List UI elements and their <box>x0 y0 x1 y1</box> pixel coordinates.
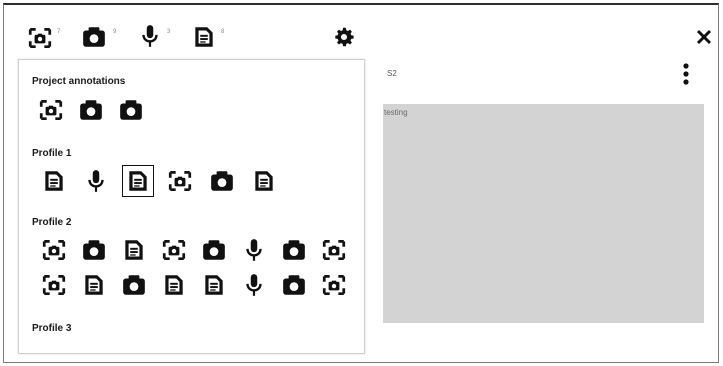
camera-icon[interactable] <box>281 237 307 263</box>
document-icon[interactable] <box>191 24 217 50</box>
camera-frame-count: 7 <box>57 29 61 35</box>
section-title-profile-3: Profile 3 <box>32 323 72 334</box>
microphone-icon[interactable] <box>241 272 267 298</box>
microphone-icon[interactable] <box>83 168 109 194</box>
camera-frame-icon[interactable] <box>41 237 67 263</box>
camera-icon[interactable] <box>78 97 104 123</box>
section-title-project: Project annotations <box>32 76 126 87</box>
camera-frame-icon[interactable] <box>167 168 193 194</box>
section-title-profile-2: Profile 2 <box>32 217 72 228</box>
annotations-panel: Project annotations Profile 1 Profile 2 … <box>18 59 365 354</box>
microphone-count: 3 <box>167 29 171 35</box>
microphone-icon[interactable] <box>241 237 267 263</box>
document-icon[interactable] <box>122 165 154 197</box>
camera-icon[interactable] <box>201 237 227 263</box>
camera-icon[interactable] <box>281 272 307 298</box>
section-title-profile-1: Profile 1 <box>32 148 72 159</box>
more-vertical-icon[interactable] <box>681 62 691 86</box>
camera-icon[interactable] <box>121 272 147 298</box>
camera-icon[interactable] <box>209 168 235 194</box>
document-icon[interactable] <box>201 272 227 298</box>
document-icon[interactable] <box>251 168 277 194</box>
camera-frame-icon[interactable] <box>41 272 67 298</box>
camera-frame-icon[interactable] <box>321 237 347 263</box>
camera-icon[interactable] <box>81 24 107 50</box>
document-icon[interactable] <box>81 272 107 298</box>
camera-icon[interactable] <box>81 237 107 263</box>
microphone-icon[interactable] <box>137 23 163 49</box>
preview-text: testing <box>384 108 408 117</box>
camera-frame-icon[interactable] <box>38 97 64 123</box>
document-count: 8 <box>221 29 225 35</box>
document-icon[interactable] <box>161 272 187 298</box>
annotation-preview: testing <box>383 104 704 323</box>
close-icon[interactable] <box>694 27 714 47</box>
camera-count: 9 <box>113 29 117 35</box>
camera-frame-icon[interactable] <box>27 25 53 51</box>
camera-frame-icon[interactable] <box>321 272 347 298</box>
camera-frame-icon[interactable] <box>161 237 187 263</box>
document-icon[interactable] <box>41 168 67 194</box>
camera-icon[interactable] <box>118 97 144 123</box>
document-icon[interactable] <box>121 237 147 263</box>
gear-icon[interactable] <box>333 26 355 48</box>
annotation-label: S2 <box>387 69 397 78</box>
